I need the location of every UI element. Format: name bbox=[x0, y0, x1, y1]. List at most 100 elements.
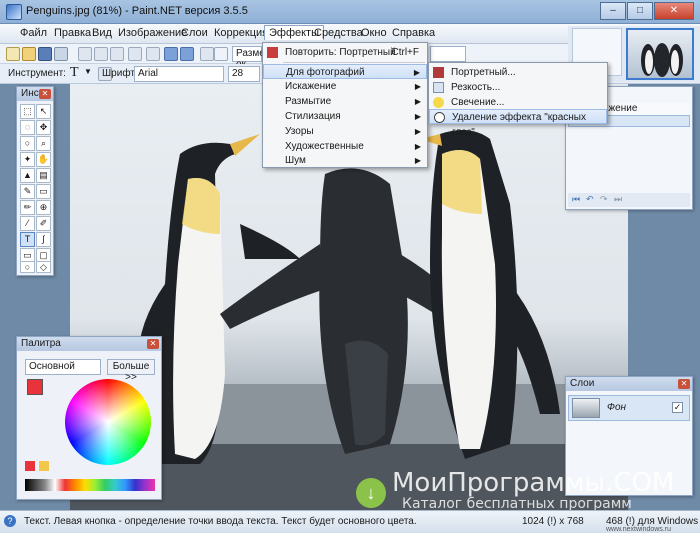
menu-help[interactable]: Справка bbox=[392, 27, 435, 39]
palette-strip[interactable] bbox=[25, 479, 155, 491]
font-size-dropdown[interactable]: 28 bbox=[228, 66, 260, 82]
sharpen-icon bbox=[433, 82, 444, 93]
layer-name: Фон bbox=[607, 402, 627, 413]
color-mode-dropdown[interactable]: Основной bbox=[25, 359, 101, 375]
submenu-arrow-icon: ▶ bbox=[414, 156, 421, 165]
thumbnail-penguins[interactable] bbox=[626, 28, 694, 80]
rewind-icon[interactable]: ⏮ bbox=[572, 194, 580, 205]
submenu-arrow-icon: ▶ bbox=[413, 68, 420, 77]
magic-wand-icon[interactable]: ✦ bbox=[20, 152, 35, 167]
gradient-icon[interactable]: ▤ bbox=[36, 168, 51, 183]
paintbrush-icon[interactable]: ✎ bbox=[20, 184, 35, 199]
close-icon[interactable]: ✕ bbox=[678, 379, 690, 389]
close-icon[interactable]: ✕ bbox=[147, 339, 159, 349]
more-button[interactable]: Больше >> bbox=[107, 359, 155, 383]
units-dropdown[interactable] bbox=[430, 46, 466, 62]
chevron-down-icon[interactable]: ▼ bbox=[84, 67, 92, 76]
paste-icon[interactable] bbox=[110, 47, 124, 61]
minimize-button[interactable]: – bbox=[600, 2, 626, 20]
undo-icon[interactable] bbox=[164, 47, 178, 61]
move-icon[interactable]: ✥ bbox=[36, 120, 51, 135]
pencil-icon[interactable]: ✏ bbox=[20, 200, 35, 215]
zoom-tool-icon[interactable]: ⌕ bbox=[36, 136, 51, 151]
layer-row[interactable]: Фон ✓ bbox=[568, 395, 690, 421]
portrait-icon bbox=[433, 67, 444, 78]
move-selection-icon[interactable]: ↖ bbox=[36, 104, 51, 119]
save-icon[interactable] bbox=[38, 47, 52, 61]
menu-item-sharpen[interactable]: Резкость... bbox=[429, 80, 607, 95]
maximize-button[interactable]: □ bbox=[627, 2, 653, 20]
grid-icon[interactable] bbox=[200, 47, 214, 61]
menu-item-blur[interactable]: Размытие ▶ bbox=[263, 94, 427, 109]
menu-window[interactable]: Окно bbox=[361, 27, 387, 39]
menu-edit[interactable]: Правка bbox=[54, 27, 91, 39]
menu-image[interactable]: Изображение bbox=[118, 27, 187, 39]
menu-view[interactable]: Вид bbox=[92, 27, 112, 39]
rectangle-select-icon[interactable]: ⬚ bbox=[20, 104, 35, 119]
menu-item-render-label: Узоры bbox=[285, 126, 314, 137]
line-curve-icon[interactable]: ∫ bbox=[36, 232, 51, 247]
menu-file[interactable]: Файл bbox=[20, 27, 47, 39]
title-bar: Penguins.jpg (81%) - Paint.NET версия 3.… bbox=[0, 0, 700, 24]
zoom-dropdown[interactable]: Размер ок bbox=[232, 46, 270, 70]
image-size: 1024 (!) x 768 bbox=[522, 516, 584, 527]
menu-item-glow-label: Свечение... bbox=[451, 97, 505, 108]
menu-item-distort[interactable]: Искажение ▶ bbox=[263, 79, 427, 94]
menu-item-red-eye[interactable]: Удаление эффекта "красных глаз"... bbox=[429, 109, 607, 138]
menu-item-distort-label: Искажение bbox=[285, 81, 337, 92]
clone-stamp-icon[interactable]: ⊕ bbox=[36, 200, 51, 215]
eraser-icon[interactable]: ▭ bbox=[36, 184, 51, 199]
undo-history-icon[interactable]: ↶ bbox=[586, 194, 594, 205]
paintnet-icon bbox=[6, 4, 22, 20]
menu-item-glow[interactable]: Свечение... bbox=[429, 95, 607, 110]
menu-item-repeat[interactable]: Повторить: Портретный Ctrl+F bbox=[263, 45, 427, 60]
crop-icon[interactable] bbox=[128, 47, 142, 61]
redo-icon[interactable] bbox=[180, 47, 194, 61]
menu-utilities[interactable]: Средства bbox=[314, 27, 363, 39]
menu-layers[interactable]: Слои bbox=[181, 27, 208, 39]
close-button[interactable]: ✕ bbox=[654, 2, 694, 20]
new-icon[interactable] bbox=[6, 47, 20, 61]
eye-icon bbox=[434, 112, 445, 123]
menu-item-portrait[interactable]: Портретный... bbox=[429, 65, 607, 80]
close-icon[interactable]: ✕ bbox=[39, 89, 51, 99]
window-title: Penguins.jpg (81%) - Paint.NET версия 3.… bbox=[26, 5, 248, 17]
fast-forward-icon[interactable]: ⏭ bbox=[614, 194, 622, 205]
text-tool-icon[interactable]: T bbox=[70, 65, 79, 81]
palette-panel-title: Палитра bbox=[17, 337, 161, 351]
layer-thumbnail bbox=[572, 398, 600, 418]
submenu-arrow-icon: ▶ bbox=[414, 97, 421, 106]
menu-item-render[interactable]: Узоры ▶ bbox=[263, 124, 427, 139]
font-dropdown[interactable]: Arial bbox=[134, 66, 224, 82]
color-picker-icon[interactable]: ⁄ bbox=[20, 216, 35, 231]
color-wheel[interactable] bbox=[65, 379, 151, 465]
recolor-icon[interactable]: ✐ bbox=[36, 216, 51, 231]
freeform-shape-icon[interactable]: ◇ bbox=[36, 261, 51, 273]
menu-item-artistic[interactable]: Художественные ▶ bbox=[263, 139, 427, 154]
layer-visibility-checkbox[interactable]: ✓ bbox=[672, 402, 683, 413]
lasso-icon[interactable]: ◌ bbox=[20, 120, 35, 135]
glow-icon bbox=[433, 97, 444, 108]
site-watermark: www.nextwindows.ru bbox=[606, 526, 671, 533]
menu-item-photo[interactable]: Для фотографий ▶ bbox=[263, 64, 427, 79]
palette-swatch-icon[interactable] bbox=[25, 461, 35, 471]
cut-icon[interactable] bbox=[78, 47, 92, 61]
palette-options-icon[interactable] bbox=[39, 461, 49, 471]
pan-icon[interactable]: ✋ bbox=[36, 152, 51, 167]
ellipse-icon[interactable]: ○ bbox=[20, 261, 35, 273]
print-icon[interactable] bbox=[54, 47, 68, 61]
submenu-arrow-icon: ▶ bbox=[414, 142, 421, 151]
open-icon[interactable] bbox=[22, 47, 36, 61]
primary-color-swatch[interactable] bbox=[27, 379, 43, 395]
text-icon[interactable]: T bbox=[20, 232, 35, 247]
paint-bucket-icon[interactable]: ▲ bbox=[20, 168, 35, 183]
download-logo-icon: ↓ bbox=[356, 478, 386, 508]
ellipse-select-icon[interactable]: ○ bbox=[20, 136, 35, 151]
menu-item-stylize[interactable]: Стилизация ▶ bbox=[263, 109, 427, 124]
redo-history-icon[interactable]: ↷ bbox=[600, 194, 608, 205]
deselect-icon[interactable] bbox=[146, 47, 160, 61]
menu-item-noise[interactable]: Шум ▶ bbox=[263, 153, 427, 168]
copy-icon[interactable] bbox=[94, 47, 108, 61]
menu-adjustments[interactable]: Коррекция bbox=[214, 27, 268, 39]
zoom-icon[interactable] bbox=[214, 47, 228, 61]
